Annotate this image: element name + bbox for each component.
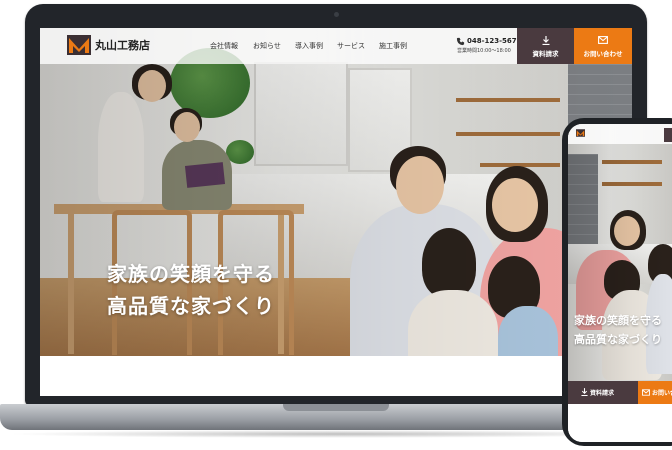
- laptop-screen: 丸山工務店 会社情報 お知らせ 導入事例 サービス 施工事例 048-123-5…: [40, 28, 632, 396]
- mobile-document-request-label: 資料請求: [590, 390, 615, 397]
- mobile-logo-mark[interactable]: [576, 129, 585, 137]
- logo-text[interactable]: 丸山工務店: [95, 37, 150, 53]
- phone-number[interactable]: 048-123-5678: [467, 37, 522, 45]
- nav-services[interactable]: サービス: [337, 41, 365, 51]
- phone-icon: [456, 37, 465, 46]
- mobile-download-icon: [581, 388, 588, 396]
- mail-icon: [598, 36, 608, 44]
- hero-overlay: [40, 28, 632, 396]
- mobile-document-request-button[interactable]: 資料請求: [568, 381, 638, 404]
- document-request-button[interactable]: 資料請求: [517, 28, 574, 64]
- mobile-header: [568, 124, 672, 144]
- download-icon: [542, 36, 549, 45]
- laptop-camera: [334, 12, 339, 17]
- nav-works[interactable]: 施工事例: [379, 41, 407, 51]
- nav-case-studies[interactable]: 導入事例: [295, 41, 323, 51]
- site-header: 丸山工務店 会社情報 お知らせ 導入事例 サービス 施工事例 048-123-5…: [40, 28, 632, 64]
- logo-mark[interactable]: [67, 35, 91, 55]
- contact-button[interactable]: お問い合わせ: [574, 28, 632, 64]
- mobile-menu-button[interactable]: [664, 128, 672, 142]
- mobile-content-area: [568, 404, 672, 442]
- contact-label: お問い合わせ: [583, 50, 623, 58]
- mobile-contact-button[interactable]: お問い合わせ: [638, 381, 672, 404]
- nav-news[interactable]: お知らせ: [253, 41, 281, 51]
- mobile-contact-label: お問い合わせ: [652, 390, 672, 397]
- mobile-catch-line2: 高品質な家づくり: [574, 333, 662, 346]
- business-hours: 営業時間10:00〜18:00: [457, 48, 511, 54]
- mobile-catch-line1: 家族の笑顔を守る: [574, 314, 662, 327]
- document-request-label: 資料請求: [532, 50, 559, 58]
- nav-company[interactable]: 会社情報: [210, 41, 238, 51]
- hero-catch-line2: 高品質な家づくり: [107, 294, 275, 318]
- phone-screen: 家族の笑顔を守る 高品質な家づくり 資料請求 お問い合わせ: [568, 124, 672, 442]
- hero-catch-line1: 家族の笑顔を守る: [107, 262, 275, 286]
- content-area: [40, 356, 632, 396]
- laptop-notch: [283, 404, 389, 411]
- mobile-mail-icon: [642, 389, 650, 396]
